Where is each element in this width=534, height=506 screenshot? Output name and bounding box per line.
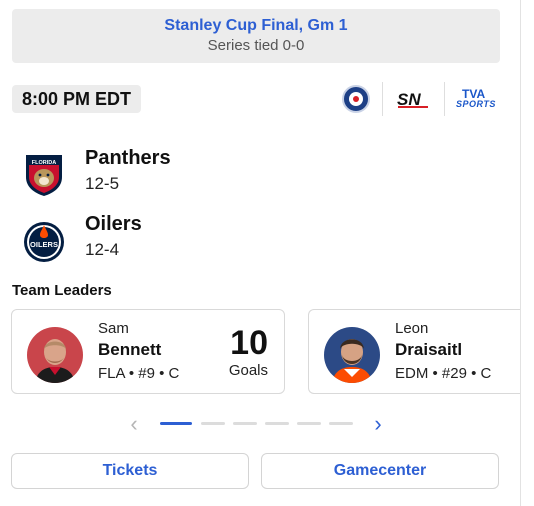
leader-meta: EDM • #29 • C [395, 365, 492, 382]
pager-dot[interactable] [329, 422, 353, 425]
sportsnet-logo-icon: SN [397, 90, 428, 109]
team-name[interactable]: Oilers [85, 213, 142, 236]
panthers-logo-text: FLORIDA [32, 160, 56, 166]
oilers-logo-icon: OILERS [24, 222, 64, 262]
pager-dot[interactable] [265, 422, 289, 425]
series-title[interactable]: Stanley Cup Final, Gm 1 [12, 17, 500, 35]
player-avatar [324, 327, 380, 383]
leader-stat-label: Goals [228, 362, 268, 379]
chevron-right-icon[interactable]: › [368, 412, 388, 436]
leader-first-name: Sam [98, 320, 129, 337]
panthers-logo-icon: FLORIDA [26, 155, 62, 196]
team-leaders-heading: Team Leaders [12, 282, 112, 299]
pager-dot[interactable] [201, 422, 225, 425]
leader-first-name: Leon [395, 320, 429, 337]
carousel-pager: ‹ › [124, 412, 394, 436]
leader-last-name[interactable]: Bennett [98, 340, 161, 360]
pager-dot-active[interactable] [160, 422, 192, 425]
team-row-panthers[interactable]: FLORIDA Panthers 12-5 [20, 147, 320, 203]
broadcaster-divider [382, 82, 383, 116]
leader-meta: FLA • #9 • C [98, 365, 180, 382]
team-row-oilers[interactable]: OILERS Oilers 12-4 [20, 213, 320, 269]
gamecenter-button[interactable]: Gamecenter [261, 453, 499, 489]
chevron-left-icon[interactable]: ‹ [124, 412, 144, 436]
team-record: 12-5 [85, 174, 120, 193]
panel-divider [520, 0, 521, 506]
tva-sports-logo-icon: TVA SPORTS [456, 87, 500, 111]
pager-dot[interactable] [297, 422, 321, 425]
pager-dot[interactable] [233, 422, 257, 425]
broadcaster-divider [444, 82, 445, 116]
player-avatar [27, 327, 83, 383]
series-banner[interactable]: Stanley Cup Final, Gm 1 Series tied 0-0 [12, 9, 500, 63]
game-time-badge: 8:00 PM EDT [12, 85, 142, 113]
oilers-logo-text: OILERS [30, 240, 58, 249]
broadcaster-logos: SN TVA SPORTS [340, 82, 500, 116]
team-name[interactable]: Panthers [85, 147, 171, 170]
leader-stat-value: 10 [230, 324, 268, 362]
tickets-button[interactable]: Tickets [11, 453, 249, 489]
tva-sports-logo-text: SPORTS [456, 99, 496, 109]
leader-card[interactable]: Sam Bennett FLA • #9 • C 10 Goals [11, 309, 285, 394]
hnic-logo-icon [342, 85, 370, 113]
leader-last-name[interactable]: Draisaitl [395, 340, 462, 360]
team-record: 12-4 [85, 240, 120, 259]
series-status: Series tied 0-0 [207, 37, 305, 54]
leader-card[interactable]: Leon Draisaitl EDM • #29 • C [308, 309, 520, 394]
